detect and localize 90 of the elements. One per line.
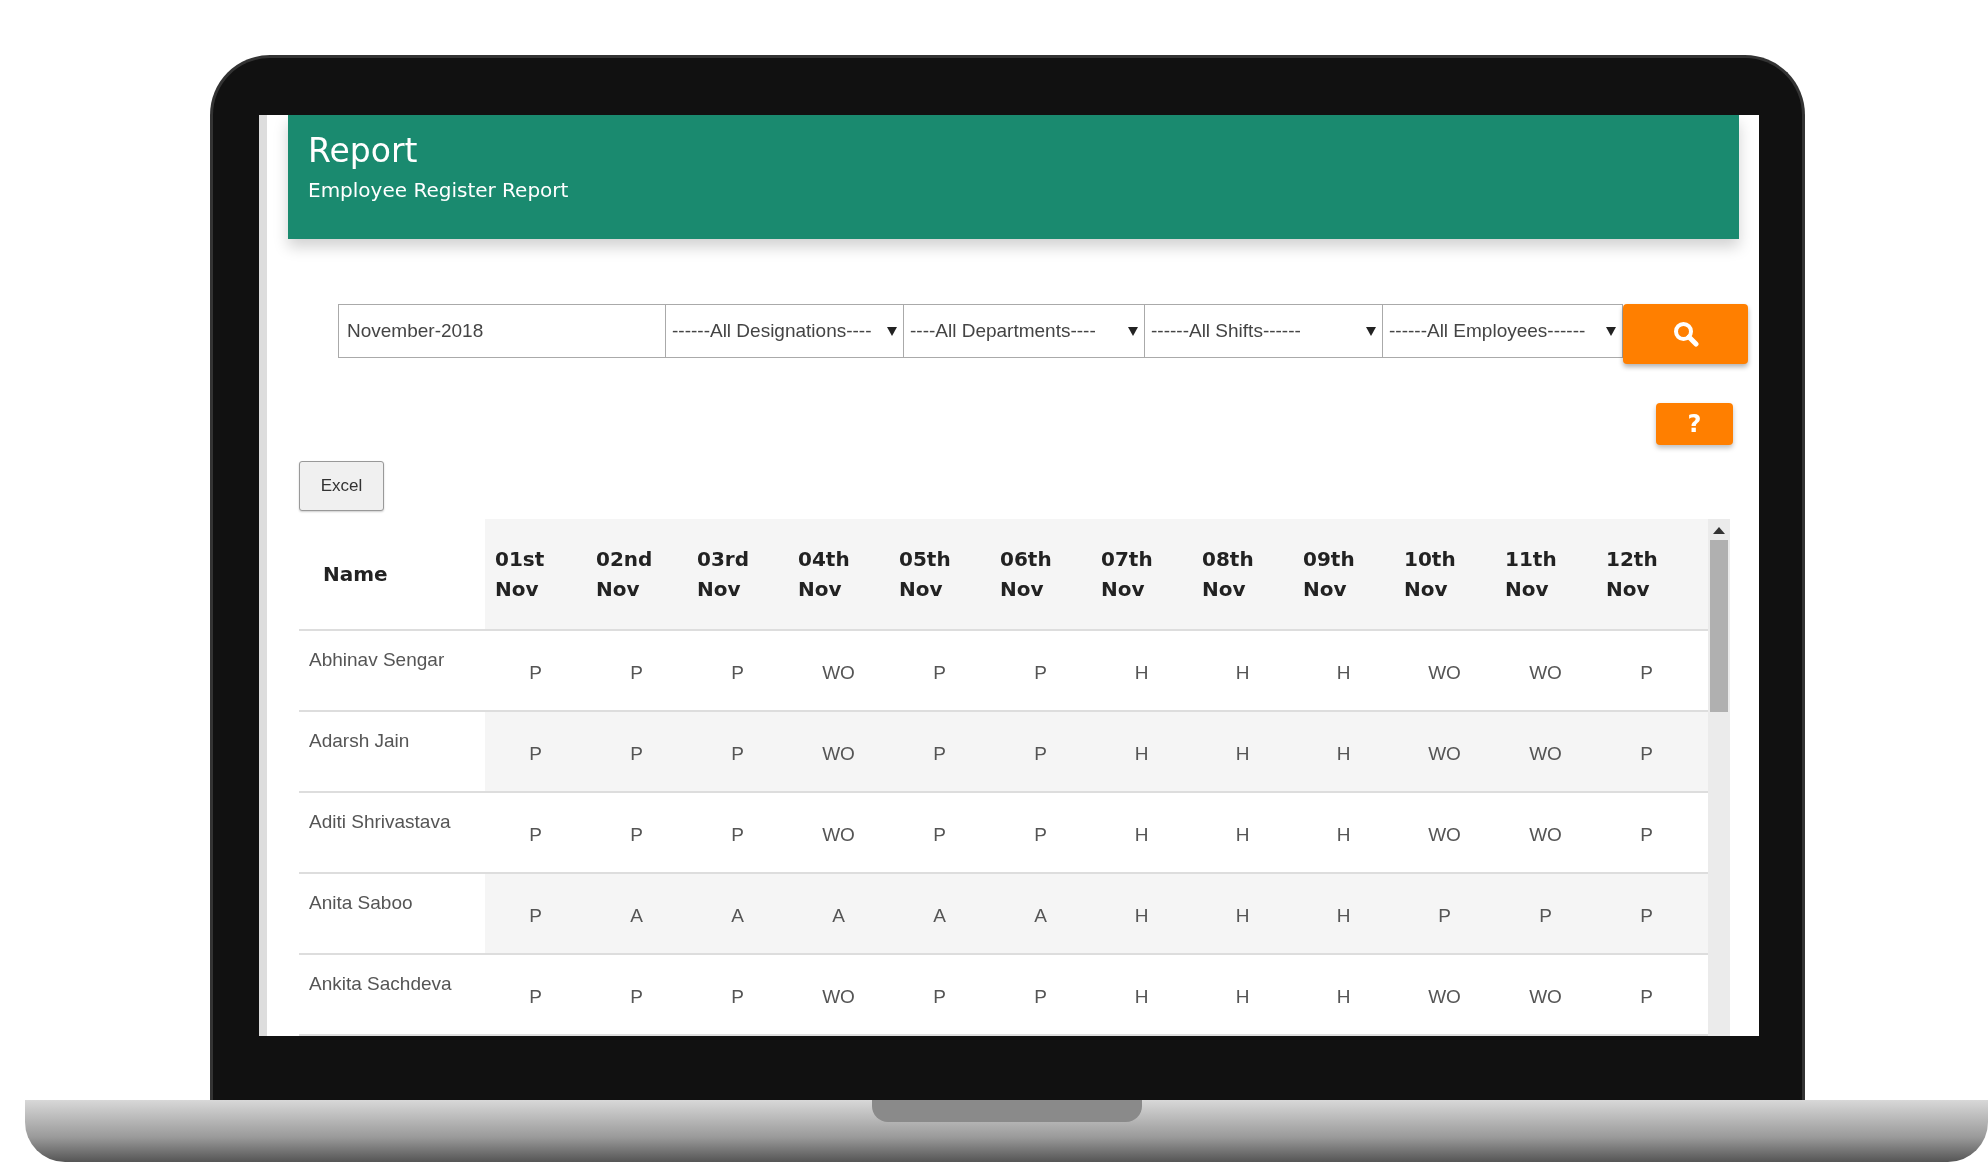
- page-subtitle: Employee Register Report: [308, 178, 569, 202]
- attendance-cell: WO: [1529, 985, 1562, 1008]
- attendance-cell: P: [933, 661, 946, 684]
- attendance-cell: H: [1235, 823, 1250, 846]
- attendance-cell: WO: [822, 823, 855, 846]
- attendance-cell: H: [1134, 742, 1149, 765]
- filter-dropdown[interactable]: ------All Designations----: [666, 304, 904, 359]
- attendance-cell: P: [1539, 904, 1552, 927]
- search-button[interactable]: [1623, 304, 1748, 365]
- filter-dropdown[interactable]: ------All Shifts------: [1145, 304, 1383, 359]
- attendance-cell: P: [1034, 661, 1047, 684]
- scrollbar[interactable]: [1708, 519, 1730, 1036]
- attendance-cell: P: [731, 985, 744, 1008]
- attendance-cell: WO: [1529, 661, 1562, 684]
- attendance-cell: A: [731, 904, 744, 927]
- attendance-cell: P: [1640, 904, 1653, 927]
- attendance-cell: P: [1640, 661, 1653, 684]
- attendance-cell: H: [1235, 985, 1250, 1008]
- attendance-cell: WO: [1428, 661, 1461, 684]
- column-header: 04th Nov: [798, 546, 850, 603]
- attendance-cell: P: [731, 823, 744, 846]
- column-header: 06th Nov: [1000, 546, 1052, 603]
- column-header: 03rd Nov: [697, 546, 749, 603]
- attendance-cell: P: [1034, 823, 1047, 846]
- attendance-cell: WO: [822, 661, 855, 684]
- attendance-cell: H: [1134, 823, 1149, 846]
- column-header: 02nd Nov: [596, 546, 653, 603]
- search-icon: [1672, 321, 1699, 348]
- attendance-cell: P: [529, 904, 542, 927]
- attendance-cell: A: [630, 904, 643, 927]
- column-header: 01st Nov: [495, 546, 545, 603]
- attendance-cell: A: [1034, 904, 1047, 927]
- attendance-cell: H: [1134, 904, 1149, 927]
- attendance-cell: P: [1640, 985, 1653, 1008]
- attendance-cell: P: [529, 661, 542, 684]
- attendance-cell: P: [933, 823, 946, 846]
- attendance-cell: WO: [1428, 985, 1461, 1008]
- column-header: 05th Nov: [899, 546, 951, 603]
- attendance-cell: A: [933, 904, 946, 927]
- attendance-cell: P: [1438, 904, 1451, 927]
- employee-name: Anita Saboo: [309, 892, 413, 915]
- column-header: Name: [323, 561, 388, 588]
- attendance-cell: P: [933, 742, 946, 765]
- employee-name: Abhinav Sengar: [309, 649, 445, 672]
- attendance-cell: P: [630, 742, 643, 765]
- attendance-cell: A: [832, 904, 845, 927]
- attendance-cell: P: [529, 742, 542, 765]
- attendance-cell: WO: [822, 742, 855, 765]
- attendance-cell: WO: [1428, 823, 1461, 846]
- attendance-cell: P: [731, 742, 744, 765]
- column-header: 10th Nov: [1404, 546, 1456, 603]
- attendance-cell: P: [1034, 742, 1047, 765]
- attendance-cell: H: [1235, 661, 1250, 684]
- column-header: 07th Nov: [1101, 546, 1153, 603]
- filter-dropdown[interactable]: ----All Departments----: [904, 304, 1145, 359]
- attendance-cell: P: [1640, 823, 1653, 846]
- attendance-cell: P: [933, 985, 946, 1008]
- attendance-cell: P: [1034, 985, 1047, 1008]
- attendance-cell: P: [630, 823, 643, 846]
- attendance-cell: H: [1336, 661, 1351, 684]
- attendance-cell: P: [731, 661, 744, 684]
- scroll-thumb[interactable]: [1710, 540, 1728, 712]
- column-header: 08th Nov: [1202, 546, 1254, 603]
- attendance-cell: P: [529, 823, 542, 846]
- attendance-cell: H: [1235, 904, 1250, 927]
- attendance-cell: WO: [822, 985, 855, 1008]
- attendance-cell: WO: [1428, 742, 1461, 765]
- month-field[interactable]: November-2018: [338, 304, 666, 359]
- attendance-cell: WO: [1529, 823, 1562, 846]
- attendance-cell: H: [1336, 904, 1351, 927]
- attendance-cell: H: [1336, 985, 1351, 1008]
- filter-dropdown[interactable]: ------All Employees------: [1383, 304, 1623, 359]
- attendance-cell: H: [1134, 661, 1149, 684]
- attendance-cell: WO: [1529, 742, 1562, 765]
- attendance-cell: P: [1640, 742, 1653, 765]
- attendance-cell: P: [529, 985, 542, 1008]
- attendance-cell: H: [1235, 742, 1250, 765]
- employee-name: Ankita Sachdeva: [309, 973, 452, 996]
- employee-name: Adarsh Jain: [309, 730, 410, 753]
- attendance-cell: P: [630, 985, 643, 1008]
- attendance-cell: H: [1336, 742, 1351, 765]
- attendance-cell: H: [1336, 823, 1351, 846]
- excel-button[interactable]: Excel: [299, 461, 384, 511]
- column-header: 11th Nov: [1505, 546, 1557, 603]
- employee-name: Aditi Shrivastava: [309, 811, 451, 834]
- column-header: 12th Nov: [1606, 546, 1658, 603]
- page-title: Report: [308, 131, 418, 170]
- column-header: 09th Nov: [1303, 546, 1355, 603]
- attendance-cell: P: [630, 661, 643, 684]
- attendance-cell: H: [1134, 985, 1149, 1008]
